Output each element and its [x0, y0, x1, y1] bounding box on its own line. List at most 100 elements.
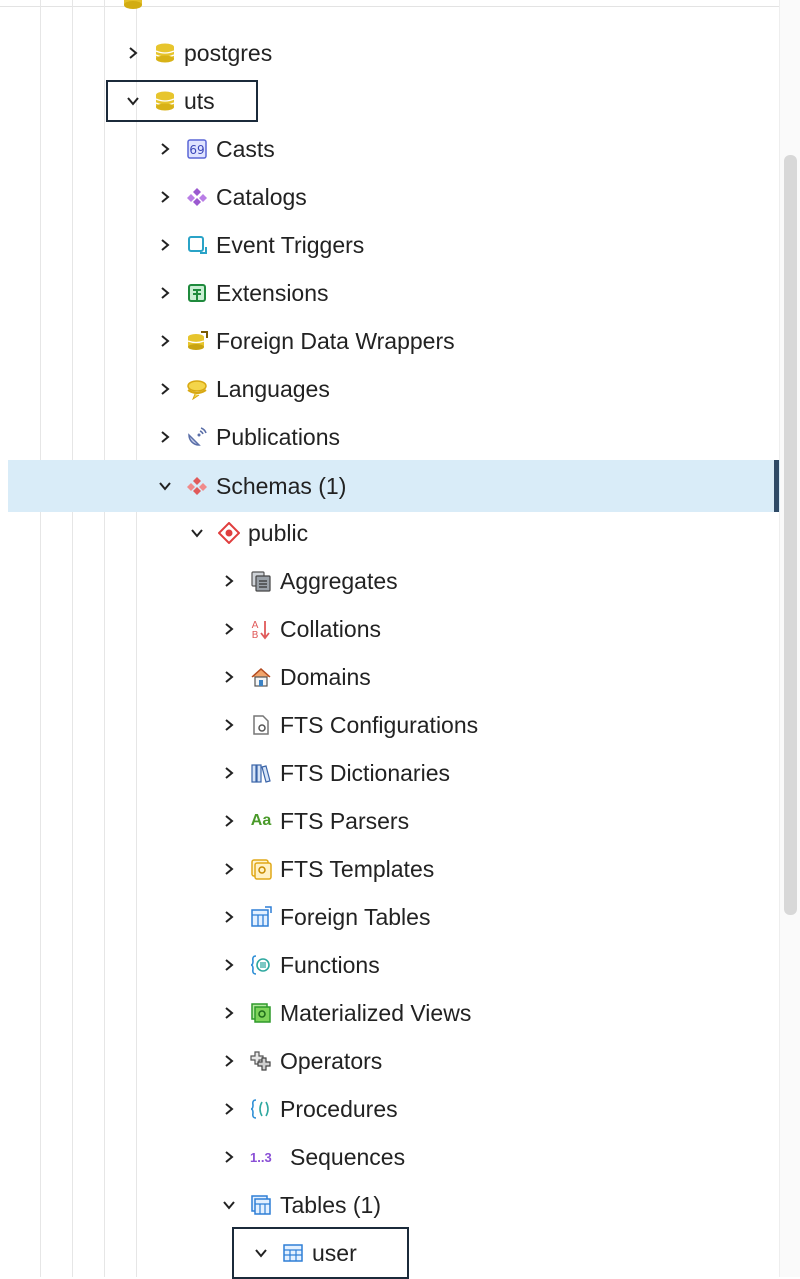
tree-item-public[interactable]: public: [184, 510, 308, 556]
tree-item-user[interactable]: user: [248, 1230, 357, 1276]
tree-item-label: FTS Parsers: [280, 807, 410, 834]
tree-item-label: Extensions: [216, 279, 329, 306]
tree-item-sequences[interactable]: 1..3 Sequences: [216, 1134, 405, 1180]
tree-item-catalogs[interactable]: Catalogs: [152, 174, 307, 220]
chevron-right-icon[interactable]: [216, 568, 242, 594]
chevron-right-icon[interactable]: [216, 1000, 242, 1026]
chevron-right-icon[interactable]: [152, 136, 178, 162]
tree-item-schemas[interactable]: Schemas (1): [152, 463, 346, 509]
tree-item-foreign-data-wrappers[interactable]: Foreign Data Wrappers: [152, 318, 455, 364]
tree-item-materialized-views[interactable]: Materialized Views: [216, 990, 471, 1036]
fts-templates-icon: [250, 858, 272, 880]
casts-icon: 69: [186, 138, 208, 160]
tree-item-label: Schemas (1): [216, 472, 347, 499]
tree-item-functions[interactable]: Functions: [216, 942, 380, 988]
scrollbar-thumb[interactable]: [784, 155, 797, 915]
chevron-right-icon[interactable]: [216, 712, 242, 738]
tree-item-casts[interactable]: 69 Casts: [152, 126, 275, 172]
database-icon: [154, 42, 176, 64]
tree-item-label: Sequences: [290, 1143, 406, 1170]
tree-item-collations[interactable]: AB Collations: [216, 606, 381, 652]
chevron-right-icon[interactable]: [152, 328, 178, 354]
chevron-down-icon[interactable]: [152, 473, 178, 499]
tree-item-fts-dictionaries[interactable]: FTS Dictionaries: [216, 750, 450, 796]
chevron-down-icon[interactable]: [120, 88, 146, 114]
tree-item-label: Functions: [280, 951, 380, 978]
tree-item-extensions[interactable]: Extensions: [152, 270, 329, 316]
chevron-right-icon[interactable]: [216, 808, 242, 834]
chevron-right-icon[interactable]: [216, 952, 242, 978]
event-triggers-icon: [186, 234, 208, 256]
tree-item-label: Operators: [280, 1047, 383, 1074]
tree-item-aggregates[interactable]: Aggregates: [216, 558, 398, 604]
tree-item-fts-parsers[interactable]: Aa FTS Parsers: [216, 798, 409, 844]
chevron-right-icon[interactable]: [152, 232, 178, 258]
database-icon: [154, 90, 176, 112]
tree-guide-line: [104, 0, 105, 1277]
schema-icon: [218, 522, 240, 544]
tree-guide-line: [136, 0, 137, 1277]
fts-configurations-icon: [250, 714, 272, 736]
tree-item-languages[interactable]: Languages: [152, 366, 330, 412]
chevron-down-icon[interactable]: [248, 1240, 274, 1266]
chevron-right-icon[interactable]: [152, 184, 178, 210]
tree-item-label: Catalogs: [216, 183, 307, 210]
languages-icon: [186, 378, 208, 400]
chevron-right-icon[interactable]: [216, 856, 242, 882]
chevron-right-icon[interactable]: [120, 40, 146, 66]
tree-item-procedures[interactable]: Procedures: [216, 1086, 398, 1132]
tree-item-event-triggers[interactable]: Event Triggers: [152, 222, 364, 268]
tree-item-label: Publications: [216, 423, 341, 450]
domains-icon: [250, 666, 272, 688]
selected-row-highlight: [8, 460, 780, 512]
tree-item-label: FTS Dictionaries: [280, 759, 450, 786]
chevron-right-icon[interactable]: [152, 424, 178, 450]
tree-item-tables[interactable]: Tables (1): [216, 1182, 381, 1228]
tree-item-label: public: [248, 519, 309, 546]
chevron-right-icon[interactable]: [216, 616, 242, 642]
tree-item-label: Event Triggers: [216, 231, 365, 258]
chevron-right-icon[interactable]: [152, 280, 178, 306]
tree-item-fts-configurations[interactable]: FTS Configurations: [216, 702, 478, 748]
functions-icon: [250, 954, 272, 976]
chevron-right-icon[interactable]: [216, 760, 242, 786]
svg-text:69: 69: [189, 143, 204, 157]
foreign-tables-icon: [250, 906, 272, 928]
foreign-data-wrappers-icon: [186, 330, 208, 352]
chevron-down-icon[interactable]: [216, 1192, 242, 1218]
tree-item-publications[interactable]: Publications: [152, 414, 340, 460]
sequences-icon: 1..3: [250, 1149, 272, 1165]
tree-item-label: Domains: [280, 663, 371, 690]
chevron-right-icon[interactable]: [216, 1144, 242, 1170]
tree-item-label: user: [312, 1239, 357, 1266]
tree-item-fts-templates[interactable]: FTS Templates: [216, 846, 434, 892]
tree-item-label: Collations: [280, 615, 381, 642]
tree-item-label: Foreign Data Wrappers: [216, 327, 455, 354]
tree-item-label: Casts: [216, 135, 275, 162]
chevron-right-icon[interactable]: [152, 376, 178, 402]
tree-item-operators[interactable]: Operators: [216, 1038, 382, 1084]
fts-dictionaries-icon: [250, 762, 272, 784]
chevron-right-icon[interactable]: [216, 1096, 242, 1122]
tree-item-label: postgres: [184, 39, 273, 66]
tree-item-domains[interactable]: Domains: [216, 654, 371, 700]
database-icon: [122, 0, 144, 10]
chevron-down-icon[interactable]: [184, 520, 210, 546]
tree-item-label: Tables (1): [280, 1191, 381, 1218]
chevron-right-icon[interactable]: [216, 904, 242, 930]
table-icon: [282, 1242, 304, 1264]
tree-item-label: Materialized Views: [280, 999, 472, 1026]
tree-guide-line: [72, 0, 73, 1277]
operators-icon: [250, 1050, 272, 1072]
tree-item-label: FTS Configurations: [280, 711, 479, 738]
tree-item-label: Aggregates: [280, 567, 398, 594]
chevron-right-icon[interactable]: [216, 1048, 242, 1074]
fts-parsers-icon: Aa: [250, 812, 272, 829]
tree-item-uts[interactable]: uts: [120, 78, 215, 124]
tree-item-postgres[interactable]: postgres: [120, 30, 272, 76]
tree-guide-line: [40, 0, 41, 1277]
tree-item-label: uts: [184, 87, 215, 114]
chevron-right-icon[interactable]: [216, 664, 242, 690]
vertical-scrollbar[interactable]: [779, 0, 800, 1277]
tree-item-foreign-tables[interactable]: Foreign Tables: [216, 894, 430, 940]
